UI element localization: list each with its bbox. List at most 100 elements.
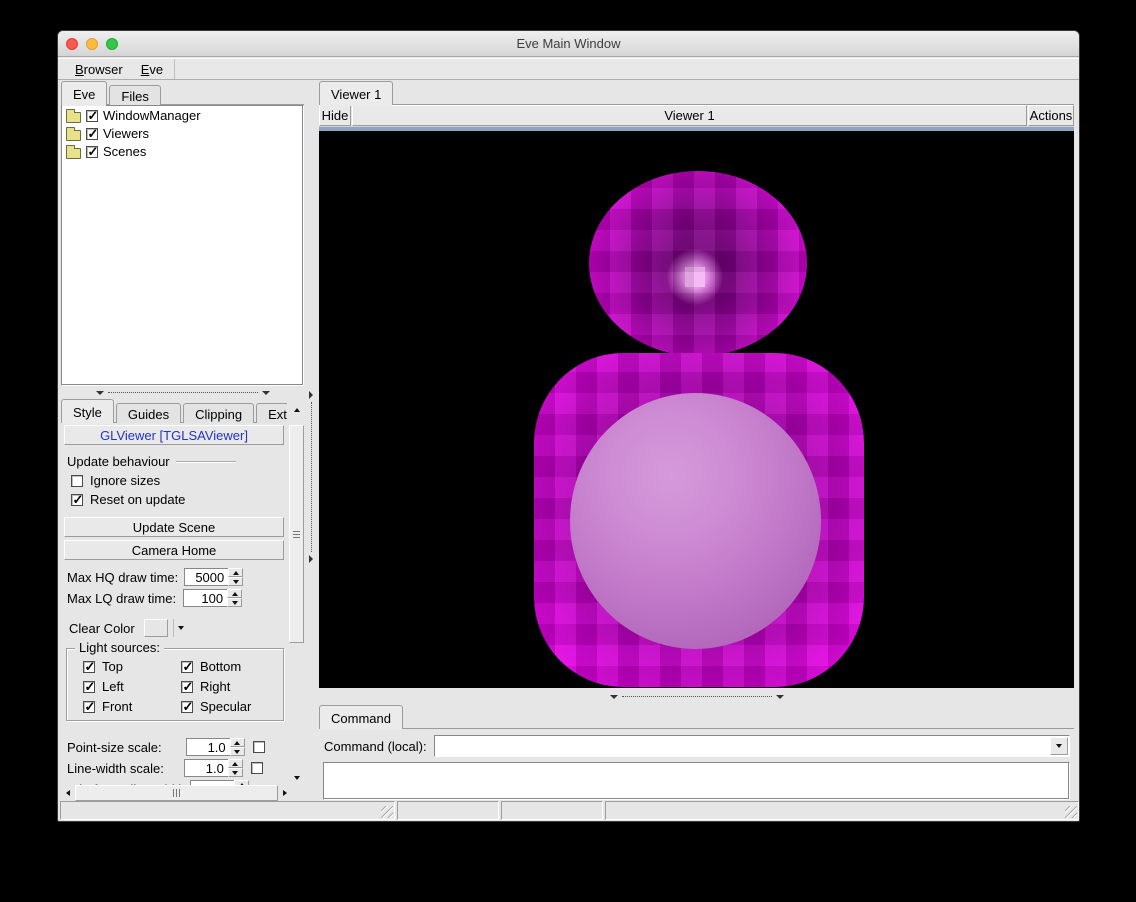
statusbar-segment: [397, 801, 499, 820]
spin-down-button[interactable]: [228, 768, 243, 777]
tab-viewer1[interactable]: Viewer 1: [319, 81, 393, 105]
light-right-row[interactable]: Right: [181, 679, 279, 694]
max-lq-row: Max LQ draw time: 100: [67, 589, 287, 607]
statusbar-segment: [605, 801, 1079, 820]
spinner-value[interactable]: 100: [183, 589, 227, 607]
checkbox[interactable]: [86, 128, 98, 140]
max-lq-spinner[interactable]: 100: [183, 589, 242, 607]
splitter-arrow-icon: [610, 695, 618, 699]
tab-eve[interactable]: Eve: [61, 81, 107, 105]
tree-item-scenes[interactable]: Scenes: [62, 142, 303, 160]
editor-horizontal-scrollbar[interactable]: [61, 785, 292, 801]
tab-clipping[interactable]: Clipping: [183, 403, 254, 423]
menu-separator: [174, 59, 175, 79]
command-combobox[interactable]: [434, 735, 1070, 757]
spinner-value[interactable]: 1.0: [184, 759, 228, 777]
command-dropdown-button[interactable]: [1050, 737, 1068, 755]
line-width-checkbox[interactable]: [251, 762, 263, 774]
actions-button[interactable]: Actions: [1028, 105, 1074, 126]
point-size-checkbox[interactable]: [253, 741, 265, 753]
style-tabbar: Style Guides Clipping Extras: [61, 399, 287, 423]
max-hq-spinner[interactable]: 5000: [184, 568, 243, 586]
splitter-arrow-icon: [309, 391, 313, 399]
camera-home-button[interactable]: Camera Home: [64, 540, 284, 560]
checkbox[interactable]: [86, 110, 98, 122]
menubar: Browser Eve: [58, 58, 1079, 80]
spin-up-button[interactable]: [227, 589, 242, 598]
hide-button[interactable]: Hide: [319, 105, 351, 126]
spinner-value[interactable]: 5000: [184, 568, 228, 586]
light-left-row[interactable]: Left: [83, 679, 181, 694]
spin-down-button[interactable]: [230, 747, 245, 756]
scrollbar-thumb[interactable]: [289, 425, 304, 643]
scroll-down-button[interactable]: [289, 771, 304, 785]
menu-eve[interactable]: Eve: [132, 60, 172, 79]
line-width-spinner[interactable]: 1.0: [184, 759, 243, 777]
checkbox[interactable]: [86, 146, 98, 158]
editor-vertical-scrollbar[interactable]: [289, 403, 304, 785]
chevron-down-icon: [178, 626, 184, 630]
gl-viewport[interactable]: [319, 131, 1074, 688]
spinner-value[interactable]: 1.0: [186, 738, 230, 756]
tab-files[interactable]: Files: [109, 85, 160, 105]
clear-color-dropdown[interactable]: [173, 619, 188, 637]
reset-on-update-row[interactable]: Reset on update: [71, 492, 287, 507]
spin-up-button[interactable]: [228, 759, 243, 768]
checkbox-label: Reset on update: [90, 492, 185, 507]
clear-color-swatch[interactable]: [144, 619, 168, 637]
reset-on-update-checkbox[interactable]: [71, 494, 83, 506]
ignore-sizes-row[interactable]: Ignore sizes: [71, 473, 287, 488]
glviewer-button[interactable]: GLViewer [TGLSAViewer]: [64, 425, 284, 445]
spin-down-button[interactable]: [227, 598, 242, 607]
tab-style[interactable]: Style: [61, 399, 114, 423]
point-size-spinner[interactable]: 1.0: [186, 738, 245, 756]
horizontal-splitter[interactable]: [61, 386, 304, 399]
light-specular-row[interactable]: Specular: [181, 699, 279, 714]
folder-icon: [66, 112, 81, 123]
splitter-dots: [622, 696, 772, 697]
light-front-checkbox[interactable]: [83, 701, 95, 713]
scrollbar-thumb[interactable]: [75, 785, 278, 801]
splitter-dots: [108, 392, 258, 393]
light-specular-checkbox[interactable]: [181, 701, 193, 713]
viewer-title-bar[interactable]: Viewer 1: [352, 105, 1027, 126]
tab-command[interactable]: Command: [319, 705, 403, 729]
splitter-arrow-icon: [96, 391, 104, 395]
command-input[interactable]: [435, 736, 1049, 756]
scroll-left-button[interactable]: [61, 785, 75, 801]
tree-item-label: Scenes: [103, 144, 146, 159]
style-tab-content: Style Guides Clipping Extras GLViewer [T…: [61, 399, 287, 785]
point-size-label: Point-size scale:: [67, 740, 162, 755]
chevron-down-icon: [1056, 744, 1062, 748]
scroll-right-button[interactable]: [278, 785, 292, 801]
tree-item-label: Viewers: [103, 126, 149, 141]
spin-up-button[interactable]: [230, 738, 245, 747]
spin-down-button[interactable]: [228, 577, 243, 586]
resize-grip-icon[interactable]: [1065, 806, 1077, 818]
light-bottom-row[interactable]: Bottom: [181, 659, 279, 674]
command-output[interactable]: [323, 762, 1070, 800]
update-behaviour-heading: Update behaviour: [67, 454, 283, 469]
ignore-sizes-checkbox[interactable]: [71, 475, 83, 487]
light-front-row[interactable]: Front: [83, 699, 181, 714]
tree-item-label: WindowManager: [103, 108, 201, 123]
titlebar[interactable]: Eve Main Window: [58, 31, 1079, 57]
tree-item-viewers[interactable]: Viewers: [62, 124, 303, 142]
resize-grip-icon[interactable]: [381, 806, 393, 818]
light-bottom-checkbox[interactable]: [181, 661, 193, 673]
tab-guides[interactable]: Guides: [116, 403, 181, 423]
light-top-row[interactable]: Top: [83, 659, 181, 674]
left-tabbar: Eve Files: [61, 81, 304, 105]
tree-item-windowmanager[interactable]: WindowManager: [62, 106, 303, 124]
menu-browser[interactable]: Browser: [66, 60, 132, 79]
light-left-checkbox[interactable]: [83, 681, 95, 693]
vertical-splitter[interactable]: [304, 81, 318, 803]
tab-extras[interactable]: Extras: [256, 403, 287, 423]
light-right-checkbox[interactable]: [181, 681, 193, 693]
light-top-checkbox[interactable]: [83, 661, 95, 673]
update-scene-button[interactable]: Update Scene: [64, 517, 284, 537]
scroll-up-button[interactable]: [289, 403, 304, 417]
spin-up-button[interactable]: [228, 568, 243, 577]
viewer-tabbar: Viewer 1: [319, 81, 1074, 105]
viewer-command-splitter[interactable]: [319, 688, 1074, 705]
